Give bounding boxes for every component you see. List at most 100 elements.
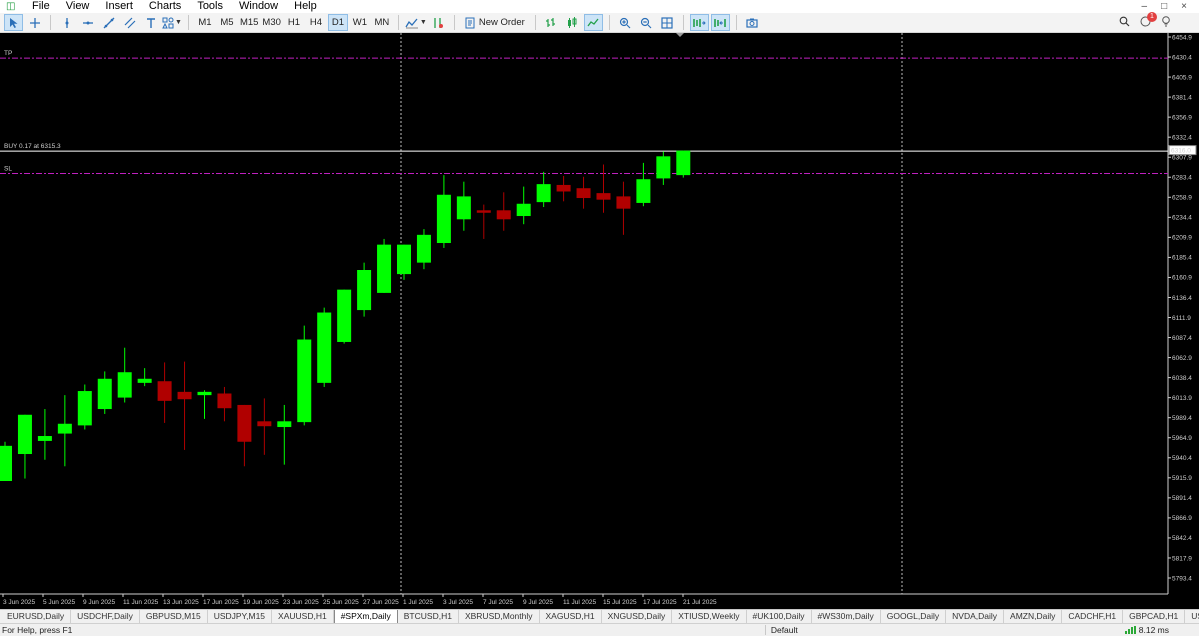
candle-body [237,404,252,442]
candle-body [217,393,232,409]
tile-windows-icon[interactable] [658,14,677,31]
horizontal-line-icon[interactable] [78,14,97,31]
candle [456,181,471,231]
price-tick-label: 5891.4 [1172,495,1192,502]
buy-level-label: BUY 0.17 at 6315.3 [4,143,61,150]
chart-tab[interactable]: XTIUSD,Weekly [672,610,747,623]
chart-tab[interactable]: XAGUSD,H1 [540,610,602,623]
date-tick-label: 9 Jun 2025 [83,599,116,606]
profile-name: Default [764,625,1125,635]
price-tick-label: 5866.9 [1172,515,1192,522]
menu-window[interactable]: Window [231,0,286,13]
timeframe-m1[interactable]: M1 [195,14,215,31]
vertical-line-icon[interactable] [57,14,76,31]
connection-status[interactable]: 8.12 ms [1124,625,1199,635]
price-tick-label: 5793.4 [1172,575,1192,582]
new-order-button[interactable]: New Order [461,14,529,31]
timeframe-h4[interactable]: H4 [306,14,326,31]
candle-body [576,188,591,199]
shapes-icon[interactable]: ▼ [162,14,182,31]
menu-insert[interactable]: Insert [97,0,141,13]
timeframe-mn[interactable]: MN [372,14,392,31]
chart-tab[interactable]: GBPCAD,H1 [1123,610,1186,623]
lightbulb-icon[interactable] [1161,15,1171,30]
chart-tab[interactable]: #SPXm,Daily [333,610,398,623]
candle-body [77,391,92,426]
chart-tab[interactable]: NVDA,Daily [946,610,1005,623]
date-tick-label: 27 Jun 2025 [363,599,399,606]
candle [77,384,92,430]
channel-icon[interactable] [120,14,139,31]
candle [676,150,691,178]
screenshot-icon[interactable] [743,14,762,31]
chart-tab[interactable]: BTCUSD,H1 [398,610,459,623]
menu-tools[interactable]: Tools [189,0,231,13]
candle [317,307,332,387]
trendline-icon[interactable] [99,14,118,31]
chart-tab[interactable]: XAUUSD,H1 [272,610,334,623]
chart-tab[interactable]: XBRUSD,Monthly [459,610,540,623]
candle [397,244,411,280]
candle [596,164,611,213]
price-tick-label: 6136.4 [1172,295,1192,302]
zoom-out-icon[interactable] [637,14,656,31]
price-tick-label: 6430.4 [1172,54,1192,61]
chart-tab[interactable]: #WS30m,Daily [812,610,881,623]
candle-body [476,210,491,213]
cursor-tool-icon[interactable] [4,14,23,31]
timeframe-m5[interactable]: M5 [217,14,237,31]
zoom-in-icon[interactable] [616,14,635,31]
candle-body [177,391,192,400]
candle [277,404,292,465]
candle [0,441,12,482]
search-icon[interactable] [1119,16,1130,30]
chart-tab[interactable]: XNGUSD,Daily [602,610,673,623]
timeframe-d1[interactable]: D1 [327,14,348,31]
chart-tab[interactable]: GOOGL,Daily [881,610,947,623]
candle [37,409,52,460]
chart-shift-icon[interactable] [710,14,730,31]
bar-chart-icon[interactable] [542,14,561,31]
date-tick-label: 5 Jun 2025 [43,599,76,606]
menu-charts[interactable]: Charts [141,0,189,13]
indicators-icon[interactable]: ▼ [405,14,427,31]
timeframe-h1[interactable]: H1 [284,14,304,31]
chart-tab[interactable]: AMZN,Daily [1004,610,1063,623]
menu-file[interactable]: File [24,0,58,13]
sl-level-label: SL [4,165,12,172]
timeframe-m15[interactable]: M15 [239,14,259,31]
maximize-button[interactable]: □ [1161,1,1167,12]
date-tick-label: 15 Jul 2025 [603,599,637,606]
candle-body [536,184,551,203]
date-tick-label: 3 Jun 2025 [3,599,36,606]
date-tick-label: 13 Jun 2025 [163,599,199,606]
line-chart-icon[interactable] [583,14,603,31]
text-tool-icon[interactable] [141,14,160,31]
price-tick-label: 5964.9 [1172,435,1192,442]
candlestick-chart-icon[interactable] [563,14,582,31]
menu-help[interactable]: Help [286,0,325,13]
chart-tab[interactable]: USDJPY,M15 [208,610,273,623]
candle [297,325,312,426]
price-tick-label: 5915.9 [1172,475,1192,482]
chart-tab[interactable]: USDCAD,H1 [1185,610,1199,623]
chart-tab[interactable]: GBPUSD,M15 [140,610,208,623]
date-tick-label: 11 Jul 2025 [563,599,597,606]
chart-tab[interactable]: EURUSD,Daily [0,610,72,623]
close-button[interactable]: × [1181,1,1187,12]
chart-tab[interactable]: #UK100,Daily [747,610,812,623]
chart-tab[interactable]: USDCHF,Daily [71,610,140,623]
crosshair-tool-icon[interactable] [25,14,44,31]
notifications-icon[interactable]: 1 [1140,11,1157,30]
menu-view[interactable]: View [58,0,98,13]
price-chart[interactable]: 6454.9 6430.4 6405.9 6381.4 6356.9 6332.4 6307… [0,33,1199,609]
algo-trading-icon[interactable] [429,14,448,31]
chart-canvas[interactable]: 6454.9 6430.4 6405.9 6381.4 6356.9 6332.4 6307… [0,33,1199,609]
candle-body [436,194,451,244]
chart-tab[interactable]: CADCHF,H1 [1062,610,1124,623]
timeframe-w1[interactable]: W1 [350,14,370,31]
price-tick-label: 5989.4 [1172,415,1192,422]
minimize-button[interactable]: – [1142,1,1148,12]
timeframe-m30[interactable]: M30 [261,14,281,31]
auto-scroll-icon[interactable] [689,14,709,31]
